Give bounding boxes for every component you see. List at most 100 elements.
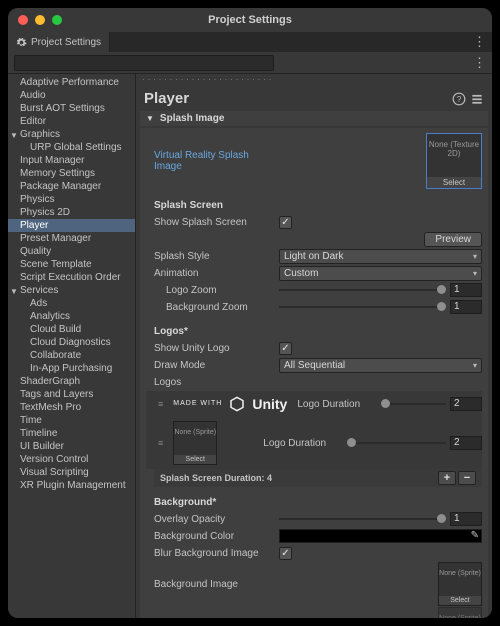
help-icon[interactable]: ? [452, 92, 466, 106]
close-window-button[interactable] [18, 15, 28, 25]
sidebar-item-label: Cloud Diagnostics [30, 337, 111, 348]
sidebar-item-label: Collaborate [30, 350, 81, 361]
sidebar-item-xr-plugin-management[interactable]: XR Plugin Management [8, 479, 135, 492]
select-button[interactable]: Select [439, 596, 481, 605]
sidebar-item-ads[interactable]: Ads [8, 297, 135, 310]
logo-duration-slider[interactable] [347, 442, 446, 444]
sidebar-item-label: Editor [20, 116, 46, 127]
sidebar-item-label: XR Plugin Management [20, 480, 126, 491]
logo-duration-label: Logo Duration [263, 438, 337, 449]
select-button[interactable]: Select [174, 455, 216, 464]
sidebar-item-scene-template[interactable]: Scene Template [8, 258, 135, 271]
logo-sprite-thumb[interactable]: None (Sprite) Select [173, 421, 217, 465]
tab-project-settings[interactable]: Project Settings [8, 32, 110, 52]
maximize-window-button[interactable] [52, 15, 62, 25]
bg-image-thumb[interactable]: None (Sprite) Select [438, 562, 482, 606]
sidebar-item-timeline[interactable]: Timeline [8, 427, 135, 440]
animation-dropdown[interactable]: Custom▾ [279, 266, 482, 281]
sidebar-item-burst-aot-settings[interactable]: Burst AOT Settings [8, 102, 135, 115]
sidebar-item-graphics[interactable]: ▼Graphics [8, 128, 135, 141]
sidebar-item-label: Memory Settings [20, 168, 95, 179]
alt-portrait-thumb[interactable]: None (Sprite) Select [438, 607, 482, 618]
gear-icon [16, 37, 27, 48]
settings-preset-icon[interactable] [470, 92, 484, 106]
splash-style-label: Splash Style [154, 251, 279, 262]
logo-entry-unity: ≡ MADE WITH Unity Logo Duration 2 [146, 391, 482, 417]
sidebar-item-script-execution-order[interactable]: Script Execution Order [8, 271, 135, 284]
titlebar: Project Settings [8, 8, 492, 32]
sidebar-item-cloud-build[interactable]: Cloud Build [8, 323, 135, 336]
vr-splash-link[interactable]: Virtual Reality Splash Image [154, 150, 279, 172]
remove-logo-button[interactable]: − [458, 471, 476, 485]
sidebar-item-urp-global-settings[interactable]: URP Global Settings [8, 141, 135, 154]
select-button[interactable]: Select [427, 177, 481, 188]
sidebar-item-input-manager[interactable]: Input Manager [8, 154, 135, 167]
blur-bg-label: Blur Background Image [154, 548, 279, 559]
logo-duration-slider[interactable] [381, 403, 446, 405]
sidebar-item-player[interactable]: Player [8, 219, 135, 232]
bg-zoom-label: Background Zoom [154, 302, 279, 313]
search-input[interactable] [14, 55, 274, 71]
sidebar-item-label: TextMesh Pro [20, 402, 81, 413]
sidebar-item-physics-2d[interactable]: Physics 2D [8, 206, 135, 219]
sidebar-item-collaborate[interactable]: Collaborate [8, 349, 135, 362]
sidebar-item-ui-builder[interactable]: UI Builder [8, 440, 135, 453]
minimize-window-button[interactable] [35, 15, 45, 25]
sidebar-item-tags-and-layers[interactable]: Tags and Layers [8, 388, 135, 401]
list-handle-icon[interactable]: ≡ [158, 399, 163, 409]
truncated-section: · · · · · · · · · · · · · · · · · · · · … [136, 74, 492, 86]
sidebar-item-editor[interactable]: Editor [8, 115, 135, 128]
splash-style-dropdown[interactable]: Light on Dark▾ [279, 249, 482, 264]
vr-splash-thumb[interactable]: None (Texture 2D) Select [426, 133, 482, 189]
bg-color-field[interactable]: ✎ [279, 529, 482, 543]
sidebar-item-adaptive-performance[interactable]: Adaptive Performance [8, 76, 135, 89]
sidebar-item-preset-manager[interactable]: Preset Manager [8, 232, 135, 245]
sidebar-item-visual-scripting[interactable]: Visual Scripting [8, 466, 135, 479]
blur-bg-checkbox[interactable]: ✓ [279, 547, 292, 560]
show-unity-logo-checkbox[interactable]: ✓ [279, 342, 292, 355]
page-title: Player [144, 90, 448, 107]
sidebar-item-label: Burst AOT Settings [20, 103, 105, 114]
list-handle-icon[interactable]: ≡ [158, 438, 163, 448]
section-title: Splash Image [160, 113, 224, 124]
sidebar-item-cloud-diagnostics[interactable]: Cloud Diagnostics [8, 336, 135, 349]
logo-zoom-slider[interactable]: 1 [279, 283, 482, 297]
logo-duration-label: Logo Duration [297, 399, 371, 410]
sidebar-item-physics[interactable]: Physics [8, 193, 135, 206]
sidebar-item-shadergraph[interactable]: ShaderGraph [8, 375, 135, 388]
add-logo-button[interactable]: + [438, 471, 456, 485]
sidebar-item-audio[interactable]: Audio [8, 89, 135, 102]
sidebar-item-label: Physics [20, 194, 54, 205]
sidebar-item-in-app-purchasing[interactable]: In-App Purchasing [8, 362, 135, 375]
sidebar-item-label: Analytics [30, 311, 70, 322]
tab-menu-icon[interactable]: ⋮ [473, 34, 486, 50]
bg-color-label: Background Color [154, 531, 279, 542]
preview-button[interactable]: Preview [424, 232, 482, 247]
sidebar-item-time[interactable]: Time [8, 414, 135, 427]
sidebar-item-services[interactable]: ▼Services [8, 284, 135, 297]
overlay-opacity-slider[interactable]: 1 [279, 512, 482, 526]
show-splash-checkbox[interactable]: ✓ [279, 216, 292, 229]
toolbar-menu-icon[interactable]: ⋮ [473, 55, 486, 71]
section-splash-image[interactable]: ▼ Splash Image [140, 111, 488, 126]
sidebar-item-label: Input Manager [20, 155, 85, 166]
sidebar-item-label: In-App Purchasing [30, 363, 112, 374]
sidebar-item-textmesh-pro[interactable]: TextMesh Pro [8, 401, 135, 414]
sidebar-item-version-control[interactable]: Version Control [8, 453, 135, 466]
sidebar-item-label: Package Manager [20, 181, 101, 192]
sidebar-item-label: Timeline [20, 428, 57, 439]
splash-duration-text: Splash Screen Duration: 4 [160, 473, 272, 483]
sidebar-item-package-manager[interactable]: Package Manager [8, 180, 135, 193]
eyedropper-icon[interactable]: ✎ [471, 530, 479, 541]
sidebar-item-label: Player [20, 220, 48, 231]
sidebar-item-analytics[interactable]: Analytics [8, 310, 135, 323]
bg-zoom-slider[interactable]: 1 [279, 300, 482, 314]
draw-mode-dropdown[interactable]: All Sequential▾ [279, 358, 482, 373]
sidebar-item-label: Scene Template [20, 259, 92, 270]
sidebar-item-label: Graphics [20, 129, 60, 140]
tab-bar: Project Settings ⋮ [8, 32, 492, 52]
sidebar-item-label: Cloud Build [30, 324, 81, 335]
sidebar-item-quality[interactable]: Quality [8, 245, 135, 258]
sidebar-item-label: Audio [20, 90, 46, 101]
sidebar-item-memory-settings[interactable]: Memory Settings [8, 167, 135, 180]
